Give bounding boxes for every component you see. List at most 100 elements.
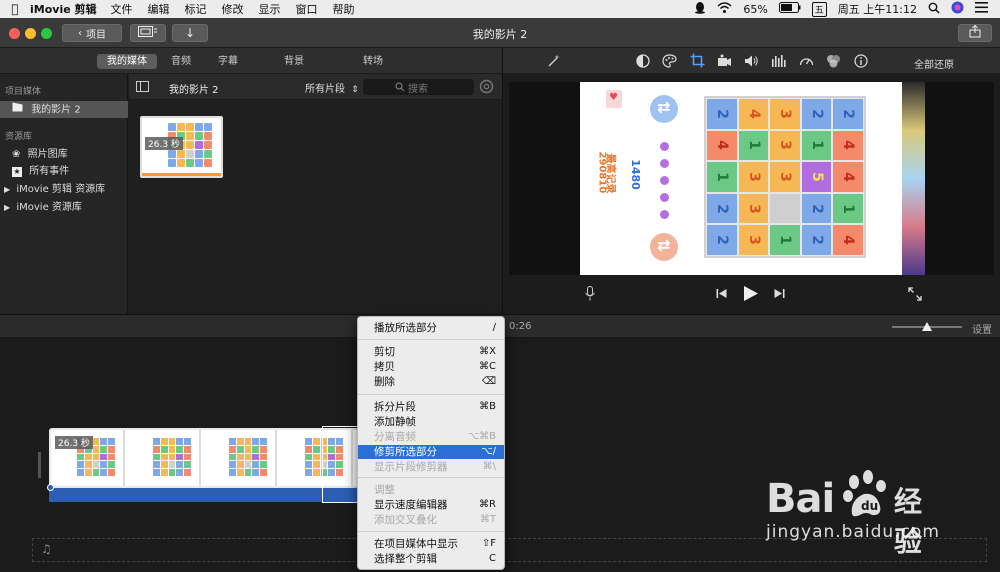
menu-view[interactable]: 显示 <box>259 1 281 17</box>
clip-filter-icon[interactable] <box>826 54 841 71</box>
sidebar-item-photos-library[interactable]: ❀ 照片图库 <box>0 146 128 163</box>
menu-help[interactable]: 帮助 <box>333 1 355 17</box>
minimize-window-button[interactable] <box>25 28 36 39</box>
play-icon[interactable] <box>743 285 759 305</box>
sidebar-toggle-icon[interactable] <box>136 81 149 95</box>
filmstrip-tile <box>176 461 184 469</box>
filmstrip-tile <box>236 469 244 476</box>
filmstrip-tile <box>160 461 168 469</box>
sidebar-item-project[interactable]: 我的影片 2 <box>0 101 128 118</box>
sidebar-item-imovie-library[interactable]: ▶ iMovie 资源库 <box>0 199 128 216</box>
tab-backgrounds[interactable]: 背景 <box>276 54 312 69</box>
menu-item-delete[interactable]: 删除 ⌫ <box>358 375 504 389</box>
menu-item-play-selection[interactable]: 播放所选部分 / <box>358 321 504 335</box>
life-dot <box>660 176 669 185</box>
tab-transitions[interactable]: 转场 <box>355 54 391 69</box>
crop-icon[interactable] <box>690 53 705 71</box>
game-tile-value: 3 <box>776 140 793 151</box>
spotlight-search-icon[interactable] <box>928 2 940 17</box>
color-palette-icon[interactable] <box>662 54 677 71</box>
voiceover-microphone-icon[interactable] <box>585 286 595 304</box>
siri-icon[interactable] <box>951 1 964 17</box>
zoom-slider-knob[interactable] <box>922 322 932 331</box>
filmstrip-tile <box>108 445 115 453</box>
disclosure-triangle-icon[interactable]: ▶ <box>4 185 10 194</box>
sidebar-item-all-events[interactable]: ★ 所有事件 <box>0 163 128 180</box>
download-button[interactable]: ↓ <box>172 24 208 42</box>
tab-titles[interactable]: 字幕 <box>210 54 246 69</box>
filmstrip-tile <box>153 461 160 469</box>
menu-item-trim-selection[interactable]: 修剪所选部分 ⌥/ <box>358 445 504 459</box>
menu-file[interactable]: 文件 <box>111 1 133 17</box>
battery-icon[interactable] <box>778 2 801 16</box>
menu-edit[interactable]: 编辑 <box>148 1 170 17</box>
filmstrip-tile <box>236 461 244 469</box>
clip-filter-select[interactable]: 所有片段 ⇕ <box>305 80 359 95</box>
timeline-start-marker <box>38 452 41 478</box>
audio-fade-handle[interactable] <box>47 484 54 491</box>
import-media-button[interactable] <box>130 24 166 42</box>
qq-icon[interactable] <box>694 1 706 17</box>
app-menu[interactable]: iMovie 剪辑 <box>30 1 97 17</box>
menu-item-copy[interactable]: 拷贝 ⌘C <box>358 360 504 374</box>
menu-item-shortcut: ⌘\ <box>482 461 496 472</box>
zoom-slider[interactable] <box>892 322 962 331</box>
menu-window[interactable]: 窗口 <box>296 1 318 17</box>
noise-reduction-icon[interactable] <box>771 54 786 71</box>
baidu-jingyan-watermark: Bai du 经验 jingyan.baidu.com <box>766 470 940 558</box>
magic-wand-icon[interactable] <box>547 54 561 71</box>
range-selection[interactable] <box>322 426 359 503</box>
menu-item-show-speed-editor[interactable]: 显示速度编辑器 ⌘R <box>358 498 504 512</box>
reset-all-button[interactable]: 全部还原 <box>914 56 954 71</box>
filmstrip-tile <box>168 469 176 476</box>
stabilization-camera-icon[interactable] <box>717 54 732 71</box>
menu-modify[interactable]: 修改 <box>222 1 244 17</box>
filmstrip-tile <box>229 453 236 461</box>
menu-item-select-entire-clip[interactable]: 选择整个剪辑 C <box>358 552 504 566</box>
color-balance-icon[interactable] <box>636 54 650 71</box>
tab-audio[interactable]: 音频 <box>163 54 199 69</box>
filmstrip-tile <box>108 438 115 445</box>
menu-item-split-clip[interactable]: 拆分片段 ⌘B <box>358 400 504 414</box>
game-tile-value: 2 <box>713 203 730 214</box>
menu-item-label: 剪切 <box>374 346 395 358</box>
speed-gauge-icon[interactable] <box>799 54 814 71</box>
skip-forward-icon[interactable] <box>774 288 785 302</box>
volume-icon[interactable] <box>744 54 759 71</box>
filmstrip-tile <box>176 445 184 453</box>
menu-item-add-freeze-frame[interactable]: 添加静帧 <box>358 415 504 429</box>
audio-waveform-track[interactable] <box>49 488 359 502</box>
browser-clip-thumbnail[interactable]: 26.3 秒 <box>140 116 223 178</box>
filmstrip-tile <box>100 461 108 469</box>
close-window-button[interactable] <box>9 28 20 39</box>
timeline-clip[interactable]: 26.3 秒 <box>49 428 359 488</box>
disclosure-triangle-icon[interactable]: ▶ <box>4 203 10 212</box>
notification-center-icon[interactable] <box>975 2 988 16</box>
game-tile: 4 <box>833 162 863 192</box>
timeline-settings-button[interactable]: 设置 <box>972 321 992 336</box>
tab-my-media[interactable]: 我的媒体 <box>97 54 157 69</box>
game-tile: 2 <box>801 193 832 224</box>
fullscreen-icon[interactable] <box>908 287 922 304</box>
input-method-indicator[interactable]: 五 <box>811 1 827 17</box>
game-tile: 3 <box>770 130 800 161</box>
skip-back-icon[interactable] <box>716 288 727 302</box>
share-button[interactable] <box>958 24 992 42</box>
browser-settings-gear-icon[interactable] <box>479 79 494 97</box>
menu-mark[interactable]: 标记 <box>185 1 207 17</box>
filmstrip-tile <box>184 453 191 461</box>
wifi-icon[interactable] <box>717 1 732 17</box>
back-to-projects-button[interactable]: ‹ 项目 <box>62 24 122 42</box>
menu-item-cut[interactable]: 剪切 ⌘X <box>358 345 504 359</box>
filmstrip-tile <box>184 469 191 476</box>
menu-item-reveal-in-project-media[interactable]: 在项目媒体中显示 ⇧F <box>358 537 504 551</box>
filmstrip-tile <box>229 438 236 445</box>
sidebar-item-imovie-clips-library[interactable]: ▶ iMovie 剪辑 资源库 <box>0 181 128 198</box>
game-tile: 4 <box>833 130 863 161</box>
clock[interactable]: 周五 上午11:12 <box>838 1 917 17</box>
info-icon[interactable] <box>854 54 868 71</box>
apple-menu-icon[interactable]:  <box>0 2 30 16</box>
game-tile-value: 1 <box>745 140 762 151</box>
zoom-window-button[interactable] <box>41 28 52 39</box>
search-field[interactable]: 搜索 <box>363 79 474 95</box>
